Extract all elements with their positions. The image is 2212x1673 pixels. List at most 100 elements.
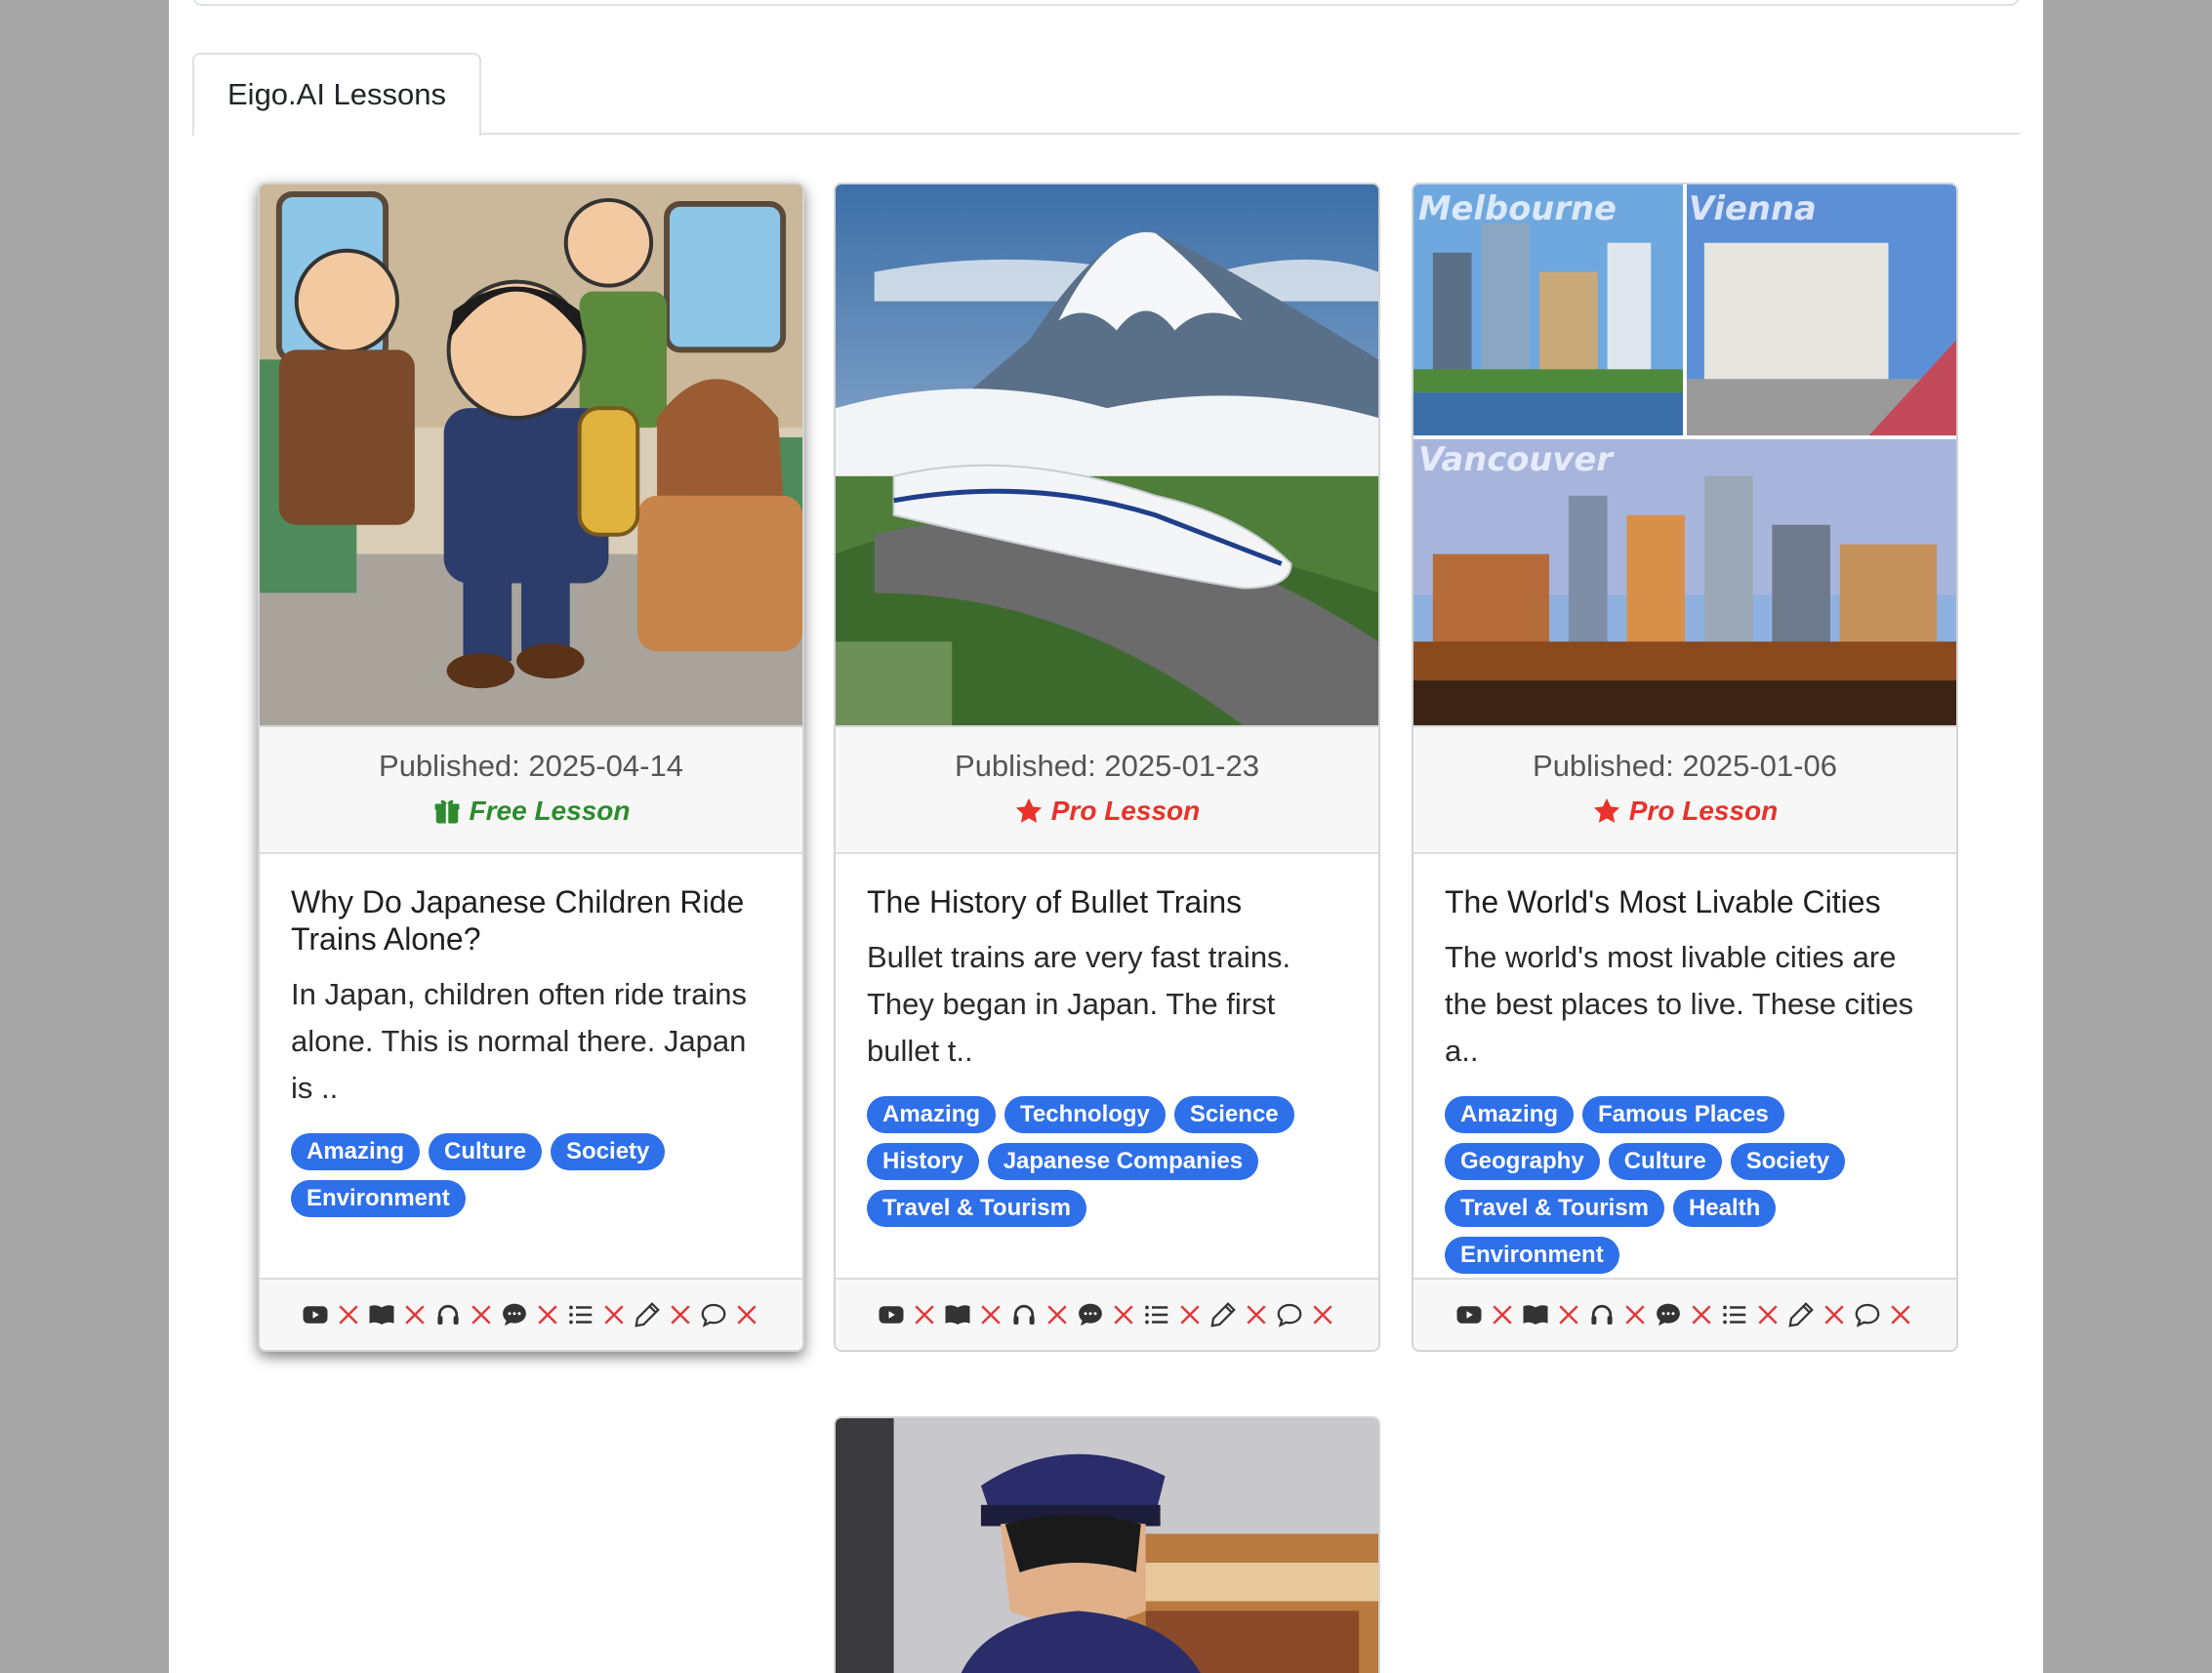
tag[interactable]: Environment [1445,1237,1619,1274]
lesson-thumbnail[interactable]: Melbourne Vienna Vancouver [1413,184,1956,727]
speaking-icon [1654,1300,1683,1329]
quiz-icon [1720,1300,1749,1329]
published-date: Published: 2025-04-14 [379,749,683,783]
writing-icon [1208,1300,1238,1329]
badge-label: Free Lesson [469,796,631,826]
discussion-icon [1853,1300,1882,1329]
city-label: Melbourne [1418,189,1617,227]
discussion-icon [699,1300,728,1329]
lesson-card[interactable]: Published: 2025-01-23 Pro Lesson The His… [834,183,1380,1352]
video-icon [1454,1300,1484,1329]
not-completed-icon [400,1300,430,1329]
tag[interactable]: Travel & Tourism [1445,1190,1664,1227]
photo-train-conductor [836,1418,1378,1673]
lesson-excerpt: The world's most livable cities are the … [1445,940,1914,1068]
not-completed-icon [1242,1300,1271,1329]
not-completed-icon [599,1300,629,1329]
reading-icon [367,1300,396,1329]
lesson-title[interactable]: The History of Bullet Trains [867,883,1347,920]
lesson-title[interactable]: Why Do Japanese Children Ride Trains Alo… [291,883,771,958]
not-completed-icon [467,1300,496,1329]
page: Eigo.AI Lessons Published: 2025-04-14 Fr… [169,0,2043,1673]
not-completed-icon [1886,1300,1915,1329]
lesson-status-bar [1413,1278,1956,1350]
not-completed-icon [334,1300,363,1329]
not-completed-icon [910,1300,939,1329]
lesson-body: Why Do Japanese Children Ride Trains Alo… [260,854,802,1284]
lesson-card[interactable]: Published: 2025-04-14 Free Lesson Why Do… [258,183,804,1352]
published-date: Published: 2025-01-23 [955,749,1259,783]
not-completed-icon [1554,1300,1583,1329]
reading-icon [943,1300,972,1329]
not-completed-icon [1488,1300,1517,1329]
lesson-status-bar [260,1278,802,1350]
tag[interactable]: Amazing [1445,1096,1575,1133]
not-completed-icon [1620,1300,1650,1329]
tag[interactable]: Amazing [291,1133,421,1170]
lesson-excerpt: Bullet trains are very fast trains. They… [867,940,1291,1068]
tag[interactable]: Japanese Companies [987,1143,1259,1180]
tag[interactable]: Society [1730,1143,1846,1180]
illustration-children-on-train [260,184,802,725]
lesson-title[interactable]: The World's Most Livable Cities [1445,883,1925,920]
not-completed-icon [1308,1300,1337,1329]
tag[interactable]: Travel & Tourism [867,1190,1086,1227]
photo-bullet-train-mt-fuji [836,184,1378,725]
writing-icon [633,1300,662,1329]
star-icon [1015,797,1042,823]
discussion-icon [1275,1300,1304,1329]
lesson-status-bar [836,1278,1378,1350]
tag[interactable]: Health [1672,1190,1777,1227]
tag[interactable]: History [867,1143,979,1180]
tag-list: Amazing Famous Places Geography Culture … [1445,1096,1925,1274]
tag[interactable]: Science [1173,1096,1294,1133]
pro-lesson-badge: Pro Lesson [1592,794,1778,829]
tag[interactable]: Environment [291,1180,466,1217]
speaking-icon [1076,1300,1105,1329]
tag[interactable]: Famous Places [1582,1096,1784,1133]
badge-label: Pro Lesson [1628,796,1779,826]
lesson-thumbnail[interactable] [260,184,802,727]
not-completed-icon [1687,1300,1716,1329]
quiz-icon [1142,1300,1171,1329]
tag-list: Amazing Culture Society Environment [291,1133,771,1217]
listening-icon [1009,1300,1039,1329]
video-icon [301,1300,330,1329]
tag[interactable]: Technology [1004,1096,1166,1133]
city-label: Vienna [1689,189,1817,227]
not-completed-icon [533,1300,562,1329]
video-icon [877,1300,906,1329]
tab-eigo-ai-lessons[interactable]: Eigo.AI Lessons [192,53,482,137]
not-completed-icon [732,1300,761,1329]
lesson-meta: Published: 2025-01-06 Pro Lesson [1413,727,1956,854]
not-completed-icon [1109,1300,1138,1329]
lesson-excerpt: In Japan, children often ride trains alo… [291,977,747,1105]
listening-icon [1587,1300,1617,1329]
tag[interactable]: Society [551,1133,666,1170]
tag[interactable]: Culture [429,1133,543,1170]
city-label: Vancouver [1418,440,1615,478]
gift-icon [434,799,460,824]
star-icon [1593,797,1619,823]
tag-list: Amazing Technology Science History Japan… [867,1096,1347,1227]
badge-label: Pro Lesson [1050,796,1201,826]
lesson-thumbnail[interactable] [836,184,1378,727]
not-completed-icon [666,1300,695,1329]
tab-bar: Eigo.AI Lessons [192,53,2020,137]
tag[interactable]: Geography [1445,1143,1600,1180]
top-panel [192,0,2020,6]
free-lesson-badge: Free Lesson [432,794,631,829]
tag[interactable]: Amazing [867,1096,997,1133]
not-completed-icon [1753,1300,1782,1329]
not-completed-icon [1043,1300,1072,1329]
quiz-icon [566,1300,595,1329]
lesson-meta: Published: 2025-04-14 Free Lesson [260,727,802,854]
lesson-card[interactable]: Melbourne Vienna Vancouver Published: 20… [1412,183,1958,1352]
lesson-body: The History of Bullet Trains Bullet trai… [836,854,1378,1284]
tag[interactable]: Culture [1608,1143,1722,1180]
photo-collage-livable-cities: Melbourne Vienna Vancouver [1413,184,1956,725]
not-completed-icon [976,1300,1005,1329]
listening-icon [433,1300,463,1329]
not-completed-icon [1820,1300,1849,1329]
lesson-card[interactable] [834,1416,1380,1673]
